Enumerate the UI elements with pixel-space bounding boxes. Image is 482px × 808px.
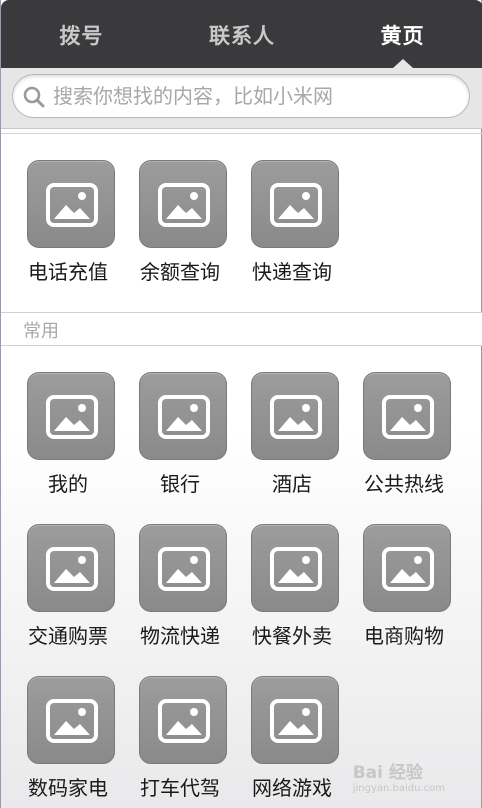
service-tile (27, 676, 115, 764)
search-box[interactable] (12, 74, 470, 118)
service-tile (27, 160, 115, 248)
service-tile (251, 372, 339, 460)
service-label: 网络游戏 (252, 776, 332, 800)
image-placeholder-icon (46, 183, 98, 227)
service-tile (139, 524, 227, 612)
service-label: 快餐外卖 (252, 624, 332, 648)
service-tile (251, 524, 339, 612)
section-header-common: 常用 (1, 312, 482, 346)
service-label: 酒店 (272, 472, 312, 496)
service-tile (139, 372, 227, 460)
image-placeholder-icon (270, 183, 322, 227)
service-label: 打车代驾 (140, 776, 220, 800)
service-label: 交通购票 (28, 624, 108, 648)
app-frame: 拨号 联系人 黄页 电话充值 余额查询 快递查询 常用 我的 银行 酒店 公共热线交通购票… (0, 0, 482, 808)
quick-actions-grid: 电话充值 余额查询 快递查询 (1, 160, 482, 300)
watermark-text: Bai 经验 (352, 763, 423, 783)
service-label: 电话充值 (28, 260, 108, 284)
service-label: 我的 (48, 472, 88, 496)
image-placeholder-icon (46, 699, 98, 743)
service-label: 电商购物 (364, 624, 444, 648)
service-label: 数码家电 (28, 776, 108, 800)
image-placeholder-icon (158, 395, 210, 439)
image-placeholder-icon (270, 395, 322, 439)
section-title: 常用 (23, 321, 59, 342)
service-label: 公共热线 (364, 472, 444, 496)
tab-dialer[interactable]: 拨号 (1, 0, 162, 68)
search-input[interactable] (53, 75, 463, 117)
image-placeholder-icon (158, 547, 210, 591)
active-tab-indicator (392, 59, 413, 68)
image-placeholder-icon (46, 547, 98, 591)
service-tile (363, 524, 451, 612)
tab-label: 联系人 (209, 24, 275, 48)
tab-bar: 拨号 联系人 黄页 (1, 0, 482, 68)
tab-yellow-pages[interactable]: 黄页 (322, 0, 482, 68)
watermark-subtext: jingyan.baidu.com (352, 783, 445, 794)
common-services-grid: 我的 银行 酒店 公共热线交通购票 物流快递 快餐外卖 电商购物数码家电 打车代驾 网络游戏 (1, 372, 482, 808)
service-label: 银行 (160, 472, 200, 496)
watermark-logo: Bai 经验 jingyan.baidu.com (353, 758, 445, 794)
search-bar-area (1, 68, 482, 129)
service-tile (251, 676, 339, 764)
tab-label: 拨号 (59, 24, 104, 48)
tab-contacts[interactable]: 联系人 (162, 0, 323, 68)
service-tile (139, 676, 227, 764)
image-placeholder-icon (270, 547, 322, 591)
service-tile (27, 372, 115, 460)
tab-label: 黄页 (380, 24, 425, 48)
service-tile (251, 160, 339, 248)
service-tile (27, 524, 115, 612)
service-tile (139, 160, 227, 248)
image-placeholder-icon (382, 547, 434, 591)
image-placeholder-icon (46, 395, 98, 439)
divider (1, 133, 482, 134)
image-placeholder-icon (158, 183, 210, 227)
image-placeholder-icon (158, 699, 210, 743)
service-label: 快递查询 (252, 260, 332, 284)
search-icon (23, 86, 45, 108)
image-placeholder-icon (382, 395, 434, 439)
service-label: 物流快递 (140, 624, 220, 648)
image-placeholder-icon (270, 699, 322, 743)
service-tile (363, 372, 451, 460)
service-label: 余额查询 (140, 260, 220, 284)
